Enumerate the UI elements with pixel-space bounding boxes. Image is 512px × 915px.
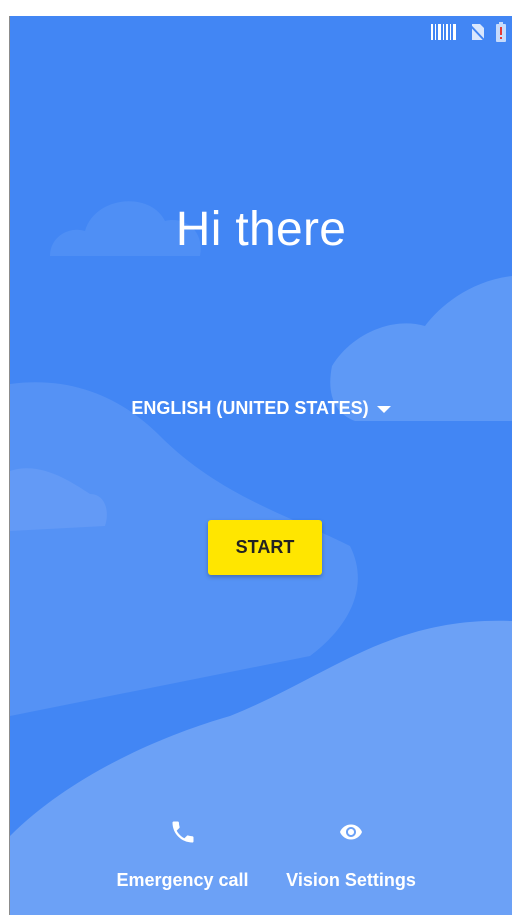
vision-settings-label: Vision Settings [286, 870, 416, 890]
language-selector[interactable]: ENGLISH (UNITED STATES) [10, 398, 512, 419]
no-sim-icon [468, 23, 486, 42]
vision-settings-button[interactable]: Vision Settings [281, 816, 421, 891]
device-frame: Hi there ENGLISH (UNITED STATES) START E… [0, 0, 512, 915]
eye-icon [334, 816, 368, 848]
emergency-call-button[interactable]: Emergency call [110, 816, 255, 891]
emergency-call-label: Emergency call [116, 870, 249, 890]
start-button[interactable]: START [208, 520, 322, 575]
background-clouds [10, 201, 512, 915]
welcome-title: Hi there [175, 203, 347, 256]
status-bar [430, 20, 506, 44]
dropdown-arrow-icon [376, 406, 391, 413]
barcode-icon [431, 24, 456, 40]
phone-icon [169, 816, 197, 848]
battery-alert-icon [496, 22, 506, 42]
language-label: ENGLISH (UNITED STATES) [131, 398, 369, 418]
setup-welcome-screen: Hi there ENGLISH (UNITED STATES) START E… [10, 16, 512, 915]
